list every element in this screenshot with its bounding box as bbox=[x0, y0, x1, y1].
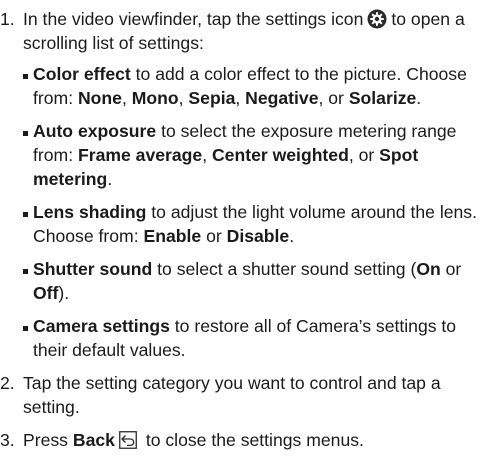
settings-list: Color effect to add a color effect to th… bbox=[23, 62, 486, 362]
settings-gear-icon bbox=[367, 9, 387, 29]
setting-item-auto-exposure: Auto exposure to select the exposure met… bbox=[23, 119, 486, 191]
step-text: Tap the setting category you want to con… bbox=[23, 373, 441, 417]
bullet bbox=[23, 326, 28, 331]
setting-item-color-effect: Color effect to add a color effect to th… bbox=[23, 62, 486, 110]
step-text: In the video viewfinder, tap the setting… bbox=[23, 9, 465, 53]
bullet bbox=[23, 269, 28, 274]
step-number: 2. bbox=[0, 373, 15, 393]
step-3: 3. Press Back to close the settings menu… bbox=[0, 428, 486, 452]
bullet bbox=[23, 74, 28, 79]
bullet bbox=[23, 212, 28, 217]
setting-item-camera-settings: Camera settings to restore all of Camera… bbox=[23, 314, 486, 362]
setting-item-shutter-sound: Shutter sound to select a shutter sound … bbox=[23, 257, 486, 305]
bullet bbox=[23, 131, 28, 136]
step-number: 3. bbox=[0, 430, 15, 450]
step-text: Press Back to close the settings menus. bbox=[23, 430, 364, 450]
back-key-icon bbox=[119, 431, 137, 449]
step-number: 1. bbox=[0, 9, 15, 29]
instruction-document: 1. In the video viewfinder, tap the sett… bbox=[0, 7, 486, 452]
step-1: 1. In the video viewfinder, tap the sett… bbox=[0, 7, 486, 362]
setting-item-lens-shading: Lens shading to adjust the light volume … bbox=[23, 200, 486, 248]
step-2: 2. Tap the setting category you want to … bbox=[0, 371, 486, 419]
